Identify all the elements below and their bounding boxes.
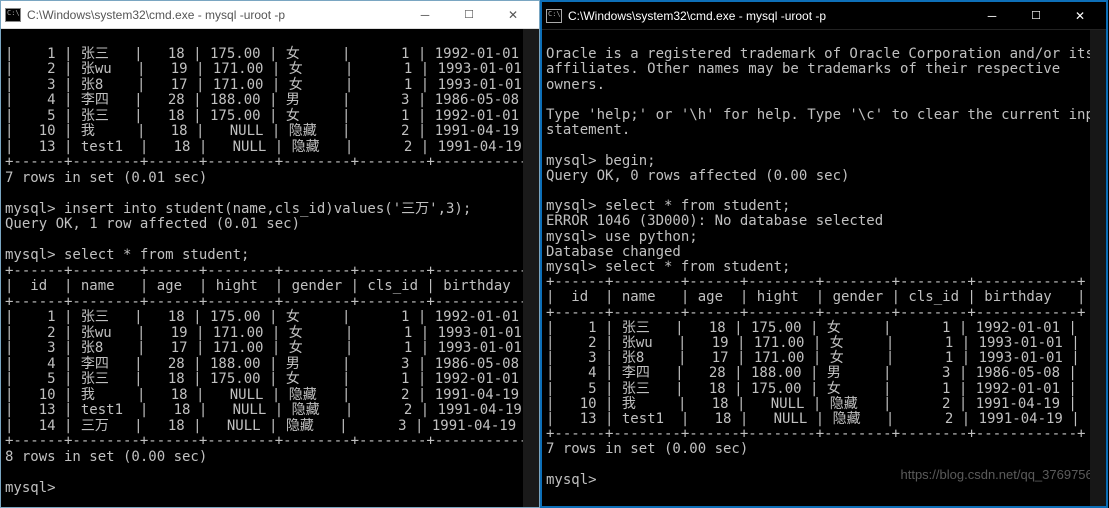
table-row: | 13 | test1 | 18 | NULL | 隐藏 | 2 | 1991…	[5, 139, 539, 155]
table-row: | 5 | 张三 | 18 | 175.00 | 女 | 1 | 1992-01…	[5, 108, 536, 124]
table-row: | 2 | 张wu | 19 | 171.00 | 女 | 1 | 1993-0…	[5, 325, 539, 341]
window-controls-left	[403, 2, 535, 28]
table-border: +------+--------+------+--------+-------…	[5, 154, 539, 170]
table-border: +------+--------+------+--------+-------…	[5, 433, 539, 449]
table-row: | 1 | 张三 | 18 | 175.00 | 女 | 1 | 1992-01…	[5, 46, 536, 62]
sql-select: mysql> select * from student;	[5, 247, 249, 263]
close-button[interactable]	[491, 2, 535, 28]
scrollbar-vertical[interactable]	[1090, 30, 1106, 506]
result-line: 7 rows in set (0.00 sec)	[546, 441, 748, 457]
table-row: | 3 | 张8 | 17 | 171.00 | 女 | 1 | 1993-01…	[5, 340, 539, 356]
table-row: | 3 | 张8 | 17 | 171.00 | 女 | 1 | 1993-01…	[546, 350, 1080, 366]
table-row: | 2 | 张wu | 19 | 171.00 | 女 | 1 | 1993-0…	[546, 335, 1080, 351]
table-row: | 10 | 我 | 18 | NULL | 隐藏 | 2 | 1991-04-…	[546, 396, 1077, 412]
table-row: | 2 | 张wu | 19 | 171.00 | 女 | 1 | 1993-0…	[5, 61, 539, 77]
help-text: statement.	[546, 122, 630, 138]
sql-begin: mysql> begin;	[546, 153, 656, 169]
sql-insert: mysql> insert into student(name,cls_id)v…	[5, 201, 471, 217]
sql-use: mysql> use python;	[546, 229, 698, 245]
result-line: 7 rows in set (0.01 sec)	[5, 170, 207, 186]
table-border: +------+--------+------+--------+-------…	[546, 426, 1085, 442]
db-changed: Database changed	[546, 244, 681, 260]
titlebar-right[interactable]: C:\Windows\system32\cmd.exe - mysql -uro…	[542, 2, 1106, 30]
table-row: | 5 | 张三 | 18 | 175.00 | 女 | 1 | 1992-01…	[546, 381, 1077, 397]
maximize-button[interactable]	[1014, 3, 1058, 29]
table-row: | 10 | 我 | 18 | NULL | 隐藏 | 2 | 1991-04-…	[5, 387, 536, 403]
help-text: Type 'help;' or '\h' for help. Type '\c'…	[546, 107, 1106, 123]
titlebar-left[interactable]: C:\Windows\system32\cmd.exe - mysql -uro…	[1, 1, 539, 29]
table-row: | 4 | 李四 | 28 | 188.00 | 男 | 3 | 1986-05…	[5, 92, 536, 108]
result-line: 8 rows in set (0.00 sec)	[5, 449, 207, 465]
table-row: | 1 | 张三 | 18 | 175.00 | 女 | 1 | 1992-01…	[546, 320, 1077, 336]
table-row: | 13 | test1 | 18 | NULL | 隐藏 | 2 | 1991…	[5, 402, 539, 418]
table-row: | 14 | 三万 | 18 | NULL | 隐藏 | 3 | 1991-04…	[5, 418, 533, 434]
terminal-window-left: C:\Windows\system32\cmd.exe - mysql -uro…	[0, 0, 540, 508]
table-row: | 5 | 张三 | 18 | 175.00 | 女 | 1 | 1992-01…	[5, 371, 536, 387]
maximize-button[interactable]	[447, 2, 491, 28]
table-row: | 10 | 我 | 18 | NULL | 隐藏 | 2 | 1991-04-…	[5, 123, 536, 139]
mysql-prompt: mysql>	[5, 480, 56, 496]
table-border: +------+--------+------+--------+-------…	[5, 294, 539, 310]
minimize-button[interactable]	[970, 3, 1014, 29]
table-row: | 1 | 张三 | 18 | 175.00 | 女 | 1 | 1992-01…	[5, 309, 536, 325]
table-border: +------+--------+------+--------+-------…	[546, 274, 1085, 290]
banner-text: owners.	[546, 77, 605, 93]
error-line: ERROR 1046 (3D000): No database selected	[546, 213, 883, 229]
sql-select: mysql> select * from student;	[546, 198, 790, 214]
cmd-icon	[546, 9, 562, 23]
table-border: +------+--------+------+--------+-------…	[546, 305, 1085, 321]
table-row: | 4 | 李四 | 28 | 188.00 | 男 | 3 | 1986-05…	[546, 365, 1077, 381]
minimize-button[interactable]	[403, 2, 447, 28]
table-header: | id | name | age | hight | gender | cls…	[5, 278, 539, 294]
sql-select: mysql> select * from student;	[546, 259, 790, 275]
query-ok: Query OK, 0 rows affected (0.00 sec)	[546, 168, 849, 184]
terminal-output-left[interactable]: | 1 | 张三 | 18 | 175.00 | 女 | 1 | 1992-01…	[1, 29, 539, 507]
window-controls-right	[970, 3, 1102, 29]
query-ok: Query OK, 1 row affected (0.01 sec)	[5, 216, 300, 232]
close-button[interactable]	[1058, 3, 1102, 29]
terminal-output-right[interactable]: Oracle is a registered trademark of Orac…	[542, 30, 1106, 506]
terminal-window-right: C:\Windows\system32\cmd.exe - mysql -uro…	[540, 0, 1108, 508]
watermark-text: https://blog.csdn.net/qq_37697566	[901, 467, 1101, 482]
table-row: | 3 | 张8 | 17 | 171.00 | 女 | 1 | 1993-01…	[5, 77, 539, 93]
table-row: | 13 | test1 | 18 | NULL | 隐藏 | 2 | 1991…	[546, 411, 1080, 427]
window-title-right: C:\Windows\system32\cmd.exe - mysql -uro…	[568, 9, 970, 23]
table-header: | id | name | age | hight | gender | cls…	[546, 289, 1085, 305]
mysql-prompt: mysql>	[546, 472, 597, 488]
banner-text: Oracle is a registered trademark of Orac…	[546, 46, 1094, 62]
banner-text: affiliates. Other names may be trademark…	[546, 61, 1060, 77]
cmd-icon	[5, 8, 21, 22]
scrollbar-vertical[interactable]	[523, 29, 539, 507]
window-title-left: C:\Windows\system32\cmd.exe - mysql -uro…	[27, 8, 403, 22]
table-border: +------+--------+------+--------+-------…	[5, 263, 539, 279]
table-row: | 4 | 李四 | 28 | 188.00 | 男 | 3 | 1986-05…	[5, 356, 536, 372]
